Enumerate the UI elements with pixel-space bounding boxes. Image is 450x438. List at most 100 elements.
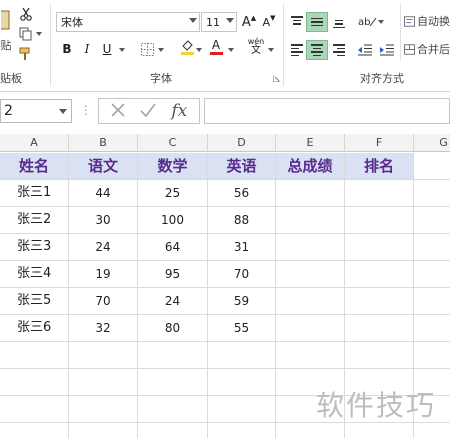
empty-cell[interactable] — [0, 369, 69, 396]
column-header-g[interactable]: G — [414, 134, 450, 152]
score-cell[interactable]: 95 — [138, 261, 208, 288]
align-middle-button[interactable] — [306, 12, 328, 32]
score-cell[interactable] — [345, 261, 414, 288]
score-cell[interactable]: 56 — [208, 180, 276, 207]
empty-cell[interactable] — [345, 342, 414, 369]
fill-color-icon[interactable] — [178, 38, 196, 56]
header-cell[interactable]: 姓名 — [0, 153, 69, 180]
empty-cell[interactable] — [414, 153, 450, 180]
empty-cell[interactable] — [414, 342, 450, 369]
align-left-button[interactable] — [286, 40, 308, 60]
empty-cell[interactable] — [0, 423, 69, 438]
empty-cell[interactable] — [0, 396, 69, 423]
cut-icon[interactable] — [18, 6, 34, 22]
empty-cell[interactable] — [138, 396, 208, 423]
merge-center-button[interactable]: 合并后 — [404, 40, 450, 58]
shrink-font-button[interactable]: A ▼ — [260, 13, 278, 31]
empty-cell[interactable] — [414, 423, 450, 438]
empty-cell[interactable] — [138, 342, 208, 369]
column-header-f[interactable]: F — [345, 134, 414, 152]
empty-cell[interactable] — [208, 396, 276, 423]
cancel-icon[interactable] — [111, 102, 125, 120]
score-cell[interactable] — [276, 261, 345, 288]
increase-indent-icon[interactable] — [378, 41, 396, 59]
score-cell[interactable]: 44 — [69, 180, 138, 207]
format-painter-icon[interactable] — [18, 46, 34, 62]
name-cell[interactable]: 张三1 — [0, 180, 69, 207]
font-size-select[interactable]: 11 — [201, 12, 237, 32]
score-cell[interactable] — [345, 180, 414, 207]
column-header-c[interactable]: C — [138, 134, 208, 152]
underline-button[interactable]: U — [98, 40, 116, 58]
border-icon[interactable] — [138, 40, 156, 58]
score-cell[interactable]: 24 — [69, 234, 138, 261]
score-cell[interactable]: 55 — [208, 315, 276, 342]
empty-cell[interactable] — [208, 369, 276, 396]
score-cell[interactable]: 80 — [138, 315, 208, 342]
grow-font-button[interactable]: A ▲ — [240, 13, 258, 31]
name-cell[interactable]: 张三3 — [0, 234, 69, 261]
chevron-down-icon[interactable] — [119, 48, 125, 52]
score-cell[interactable]: 25 — [138, 180, 208, 207]
score-cell[interactable]: 32 — [69, 315, 138, 342]
copy-icon[interactable] — [16, 26, 44, 42]
dialog-launcher-icon[interactable] — [272, 74, 280, 82]
score-cell[interactable] — [276, 288, 345, 315]
splitter-handle[interactable]: · · · — [84, 101, 88, 120]
font-name-select[interactable]: 宋体 — [56, 12, 200, 32]
name-box[interactable]: 2 — [0, 99, 72, 123]
align-right-button[interactable] — [328, 40, 350, 60]
enter-check-icon[interactable] — [140, 103, 156, 120]
score-cell[interactable] — [276, 180, 345, 207]
formula-input[interactable] — [204, 98, 450, 124]
empty-cell[interactable] — [414, 315, 450, 342]
decrease-indent-icon[interactable] — [356, 41, 374, 59]
empty-cell[interactable] — [69, 423, 138, 438]
name-cell[interactable]: 张三2 — [0, 207, 69, 234]
empty-cell[interactable] — [414, 288, 450, 315]
column-header-a[interactable]: A — [0, 134, 69, 152]
score-cell[interactable]: 64 — [138, 234, 208, 261]
wrap-text-button[interactable]: 自动换 — [404, 12, 450, 30]
italic-button[interactable]: I — [78, 40, 96, 58]
empty-cell[interactable] — [138, 423, 208, 438]
empty-cell[interactable] — [414, 207, 450, 234]
empty-cell[interactable] — [69, 396, 138, 423]
name-cell[interactable]: 张三4 — [0, 261, 69, 288]
score-cell[interactable]: 70 — [69, 288, 138, 315]
score-cell[interactable]: 30 — [69, 207, 138, 234]
score-cell[interactable] — [345, 315, 414, 342]
name-cell[interactable]: 张三6 — [0, 315, 69, 342]
empty-cell[interactable] — [276, 423, 345, 438]
worksheet-grid[interactable]: A B C D E F G 姓名 语文 数学 英语 总成绩 排名 张三1 44 25 56 张三2 3… — [0, 134, 450, 438]
font-color-icon[interactable]: A — [207, 38, 225, 56]
empty-cell[interactable] — [414, 180, 450, 207]
empty-cell[interactable] — [138, 369, 208, 396]
score-cell[interactable] — [345, 207, 414, 234]
empty-cell[interactable] — [414, 261, 450, 288]
paste-icon[interactable] — [0, 6, 12, 32]
header-cell[interactable]: 数学 — [138, 153, 208, 180]
bold-button[interactable]: B — [58, 40, 76, 58]
score-cell[interactable] — [276, 234, 345, 261]
score-cell[interactable] — [276, 315, 345, 342]
header-cell[interactable]: 语文 — [69, 153, 138, 180]
chevron-down-icon[interactable] — [228, 48, 234, 52]
score-cell[interactable] — [276, 207, 345, 234]
empty-cell[interactable] — [414, 234, 450, 261]
chevron-down-icon[interactable] — [268, 48, 274, 52]
header-cell[interactable]: 英语 — [208, 153, 276, 180]
score-cell[interactable] — [345, 288, 414, 315]
score-cell[interactable]: 70 — [208, 261, 276, 288]
empty-cell[interactable] — [0, 342, 69, 369]
score-cell[interactable]: 31 — [208, 234, 276, 261]
align-bottom-button[interactable] — [328, 12, 350, 32]
empty-cell[interactable] — [345, 423, 414, 438]
score-cell[interactable] — [345, 234, 414, 261]
column-header-e[interactable]: E — [276, 134, 345, 152]
score-cell[interactable]: 59 — [208, 288, 276, 315]
insert-function-icon[interactable]: fx — [171, 101, 187, 121]
score-cell[interactable]: 100 — [138, 207, 208, 234]
chevron-down-icon[interactable] — [378, 20, 384, 24]
score-cell[interactable]: 24 — [138, 288, 208, 315]
